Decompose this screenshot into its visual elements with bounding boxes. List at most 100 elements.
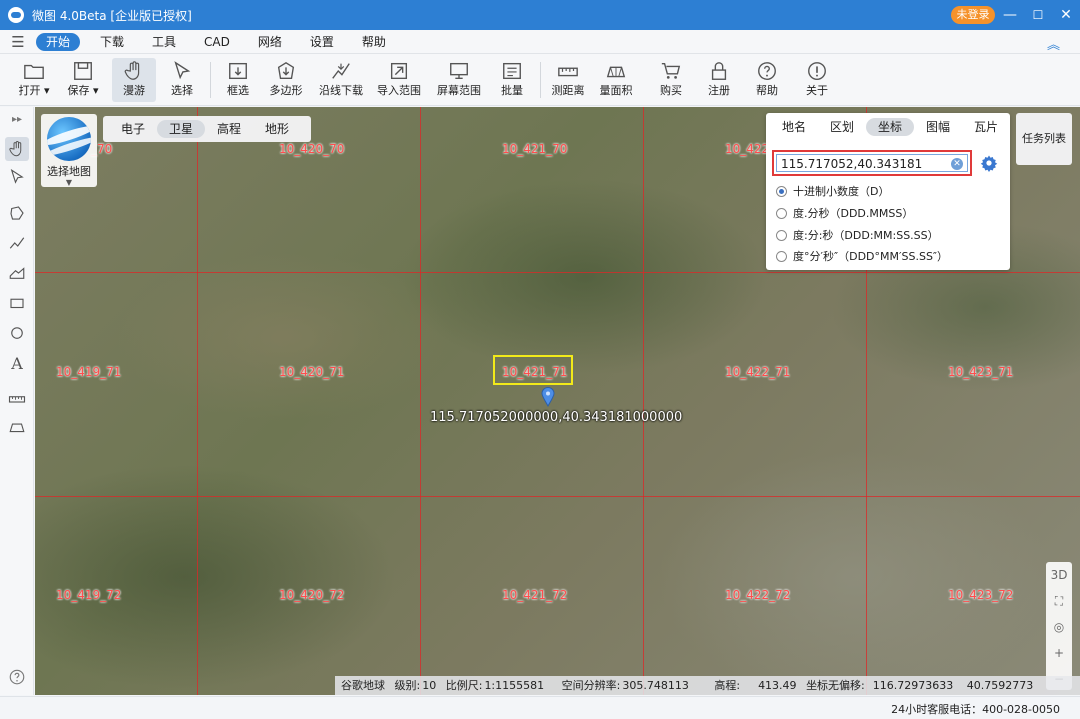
help-button[interactable]: 帮助 xyxy=(750,58,784,102)
tab-division[interactable]: 区划 xyxy=(818,118,866,136)
tab-coordinate[interactable]: 坐标 xyxy=(866,118,914,136)
area-measure-tool-icon[interactable] xyxy=(5,415,29,439)
close-button[interactable]: ✕ xyxy=(1052,0,1080,30)
select-map-label: 选择地图 xyxy=(47,165,91,178)
zoom-controls: 3D ⛶ ◎ + − xyxy=(1046,562,1072,690)
purchase-button[interactable]: 购买 xyxy=(654,58,688,102)
tab-map-sheet[interactable]: 图幅 xyxy=(914,118,962,136)
bottom-status-bar: 24小时客服电话：400-028-0050 xyxy=(0,696,1080,719)
lock-icon xyxy=(711,62,727,80)
expand-panel-icon[interactable]: ▸▸ xyxy=(5,109,29,129)
lat-value: 40.7592773 xyxy=(966,679,1034,692)
help-label: 帮助 xyxy=(756,84,778,97)
select-tool-icon[interactable] xyxy=(5,165,29,189)
roam-label: 漫游 xyxy=(123,84,145,97)
folder-icon xyxy=(24,64,44,80)
save-label: 保存 xyxy=(67,84,90,97)
maximize-button[interactable]: ☐ xyxy=(1024,0,1052,30)
tile-label: 10_420_71 xyxy=(279,365,345,379)
tile-label: 10_421_72 xyxy=(502,588,568,602)
toolbar: 打开 ▾ 保存 ▾ 漫游 选择 框选 多边形 沿线下载 导入范围 屏幕范围 批量… xyxy=(0,54,1080,106)
clear-input-icon[interactable]: ✕ xyxy=(951,158,963,170)
batch-button[interactable]: 批量 xyxy=(494,58,530,102)
menu-item-help[interactable]: 帮助 xyxy=(348,33,400,51)
task-list-button[interactable]: 任务列表 xyxy=(1016,113,1072,165)
menu-item-start[interactable]: 开始 xyxy=(36,32,81,51)
polygon-button[interactable]: 多边形 xyxy=(264,58,308,102)
select-button[interactable]: 选择 xyxy=(162,58,202,102)
radio[interactable] xyxy=(776,207,787,219)
area-tool-icon[interactable] xyxy=(5,261,29,285)
gear-icon[interactable] xyxy=(980,154,998,172)
tab-satellite[interactable]: 卫星 xyxy=(157,120,205,138)
coordinate-input[interactable] xyxy=(777,155,947,173)
menu-item-settings[interactable]: 设置 xyxy=(296,33,348,51)
measure-distance-label: 测距离 xyxy=(551,84,585,97)
format-option-dms-symbol[interactable]: 度°分′秒″（DDD°MM′SS.SS″） xyxy=(776,247,948,265)
pan-tool-icon[interactable] xyxy=(5,137,29,161)
help-icon xyxy=(758,62,776,80)
box-select-icon xyxy=(229,62,247,80)
tab-terrain[interactable]: 地形 xyxy=(253,120,301,138)
radio[interactable] xyxy=(776,250,787,262)
zoom-in-button[interactable]: + xyxy=(1046,640,1072,666)
register-button[interactable]: 注册 xyxy=(702,58,736,102)
select-map-button[interactable]: 选择地图 ▼ xyxy=(41,114,97,187)
measure-area-button[interactable]: 量面积 xyxy=(596,58,636,102)
hamburger-menu-icon[interactable]: ☰ xyxy=(0,33,36,51)
menu-item-cad[interactable]: CAD xyxy=(190,33,244,51)
circle-tool-icon[interactable] xyxy=(5,321,29,345)
polygon-label: 多边形 xyxy=(269,84,303,97)
line-download-button[interactable]: 沿线下载 xyxy=(316,58,366,102)
import-icon xyxy=(390,62,408,80)
collapse-ribbon-icon[interactable]: ︽ xyxy=(1047,34,1060,53)
tab-electronic[interactable]: 电子 xyxy=(109,120,157,138)
roam-button[interactable]: 漫游 xyxy=(112,58,156,102)
menu-item-download[interactable]: 下载 xyxy=(86,33,138,51)
rectangle-tool-icon[interactable] xyxy=(5,291,29,315)
format-option-decimal[interactable]: 十进制小数度（D） xyxy=(776,182,889,200)
tab-elevation[interactable]: 高程 xyxy=(205,120,253,138)
elevation-label: 高程: xyxy=(714,679,741,692)
menu-item-network[interactable]: 网络 xyxy=(244,33,296,51)
screen-range-button[interactable]: 屏幕范围 xyxy=(434,58,484,102)
import-range-button[interactable]: 导入范围 xyxy=(374,58,424,102)
batch-label: 批量 xyxy=(501,84,523,97)
elevation-value: 413.49 xyxy=(758,679,797,692)
about-button[interactable]: 关于 xyxy=(800,58,834,102)
map-type-tabs: 电子 卫星 高程 地形 xyxy=(103,116,311,142)
save-button[interactable]: 保存 ▾ xyxy=(62,58,104,102)
register-label: 注册 xyxy=(708,84,730,97)
coordinate-input-highlight: ✕ xyxy=(772,150,972,176)
menu-bar: ☰ 开始 下载 工具 CAD 网络 设置 帮助 ︽ xyxy=(0,30,1080,54)
tab-place-name[interactable]: 地名 xyxy=(770,118,818,136)
3d-toggle-button[interactable]: 3D xyxy=(1046,562,1072,588)
tile-grid-line xyxy=(420,107,421,695)
polyline-tool-icon[interactable] xyxy=(5,231,29,255)
measure-distance-button[interactable]: 测距离 xyxy=(548,58,588,102)
tile-label: 10_422_71 xyxy=(725,365,791,379)
menu-item-tools[interactable]: 工具 xyxy=(138,33,190,51)
radio-selected[interactable] xyxy=(776,185,787,197)
tile-label: 10_420_72 xyxy=(279,588,345,602)
polygon-tool-icon[interactable] xyxy=(5,201,29,225)
locate-icon[interactable]: ◎ xyxy=(1046,614,1072,640)
tile-grid-line xyxy=(35,496,1080,497)
tab-tile[interactable]: 瓦片 xyxy=(962,118,1010,136)
scale-value: 1:1155581 xyxy=(484,679,545,692)
fit-extent-icon[interactable]: ⛶ xyxy=(1046,588,1072,614)
format-option-dddmmss[interactable]: 度.分秒（DDD.MMSS） xyxy=(776,204,913,222)
radio[interactable] xyxy=(776,229,787,241)
ruler-tool-icon[interactable] xyxy=(5,387,29,411)
box-select-label: 框选 xyxy=(227,84,249,97)
location-marker-icon[interactable] xyxy=(541,387,555,407)
format-option-label: 度:分:秒（DDD:MM:SS.SS） xyxy=(793,229,939,242)
login-button[interactable]: 未登录 xyxy=(951,6,995,24)
minimize-button[interactable]: — xyxy=(996,0,1024,30)
help-circle-icon[interactable] xyxy=(5,665,29,689)
map-view[interactable]: _70 10_420_70 10_421_70 10_422_70 10_419… xyxy=(35,107,1080,695)
format-option-dms-colon[interactable]: 度:分:秒（DDD:MM:SS.SS） xyxy=(776,226,939,244)
open-button[interactable]: 打开 ▾ xyxy=(14,58,54,102)
box-select-button[interactable]: 框选 xyxy=(218,58,258,102)
text-tool-icon[interactable]: A xyxy=(5,351,29,375)
